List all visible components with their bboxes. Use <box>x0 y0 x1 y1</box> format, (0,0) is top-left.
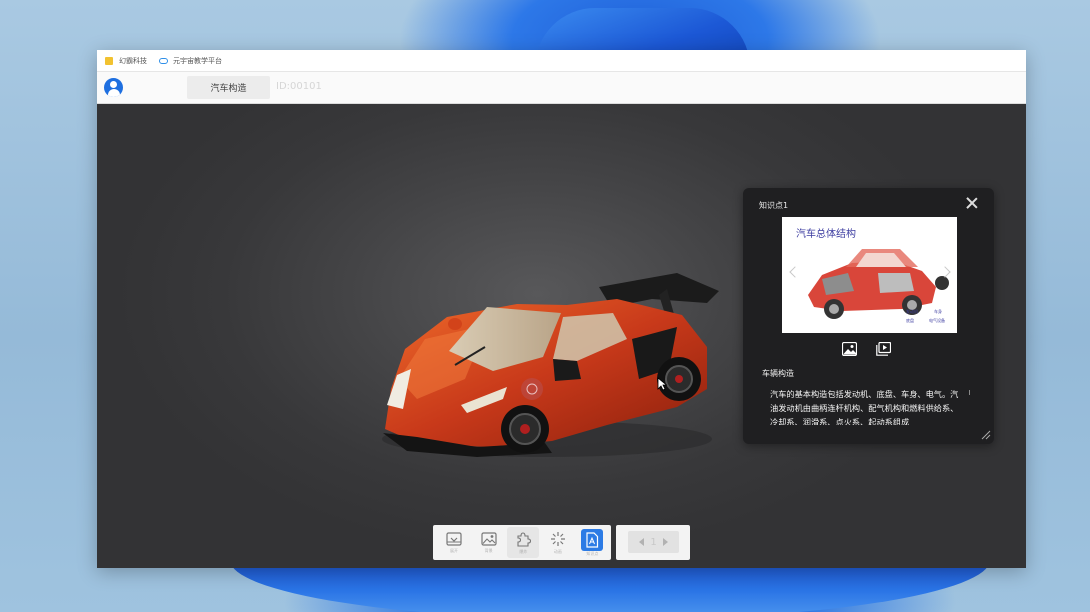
titlebar-tab-label: 元宇宙教学平台 <box>173 56 222 65</box>
course-tab[interactable]: 汽车构造 <box>187 76 270 99</box>
tool-label: 动画 <box>553 548 562 554</box>
tool-animation[interactable]: 动画 <box>542 527 574 558</box>
tool-label: 爆炸 <box>519 548 528 554</box>
user-avatar-icon[interactable] <box>104 78 123 97</box>
tool-explode[interactable]: 爆炸 <box>507 527 540 558</box>
bottom-toolbar: 展开 背景 爆炸 动画 知识点 <box>433 525 611 560</box>
structure-image[interactable]: 汽车总体结构 发动机 车身 底盘 电气设备 <box>782 217 957 333</box>
sparkle-icon <box>550 531 565 546</box>
legend-electrical: 电气设备 <box>929 318 945 323</box>
course-id: ID:00101 <box>276 81 322 92</box>
next-page-arrow-icon[interactable] <box>662 538 668 546</box>
tool-expand[interactable]: 展开 <box>438 527 470 558</box>
mouse-cursor-icon <box>657 377 667 391</box>
image-icon[interactable] <box>842 342 857 356</box>
tool-background[interactable]: 背景 <box>473 527 505 558</box>
image-icon <box>481 531 497 546</box>
close-icon[interactable] <box>965 196 979 210</box>
puzzle-icon <box>517 531 532 547</box>
folder-icon <box>105 56 113 65</box>
video-icon[interactable] <box>876 342 891 356</box>
slide-prev-chevron-icon[interactable] <box>788 265 801 281</box>
legend-body: 车身 <box>934 309 942 314</box>
tool-label: 背景 <box>484 547 493 553</box>
expand-panel-icon <box>446 531 462 546</box>
resize-grip-icon[interactable] <box>981 430 991 440</box>
page-number: 1 <box>650 536 657 548</box>
prev-page-arrow-icon[interactable] <box>639 538 645 546</box>
car-cutaway-illustration <box>808 249 949 319</box>
description-scrollbar[interactable] <box>969 390 970 395</box>
model-viewport[interactable]: 知识点1 汽车总体结构 发动机 车身 底盘 电气设备 车辆构造 汽车的基本构造包… <box>97 104 1026 568</box>
panel-title: 知识点1 <box>759 201 789 210</box>
slide-next-chevron-icon[interactable] <box>939 265 952 281</box>
app-header: 汽车构造 ID:00101 <box>97 72 1026 104</box>
knowledge-description: 汽车的基本构造包括发动机、底盘、车身、电气。汽油发动机由曲柄连杆机构、配气机构和… <box>770 389 959 425</box>
car-3d-model[interactable] <box>377 229 722 459</box>
tool-knowledge[interactable]: 知识点 <box>576 527 608 558</box>
titlebar-tab-label: 幻霸科技 <box>119 56 147 65</box>
titlebar-tab-platform[interactable]: 元宇宙教学平台 <box>159 56 222 66</box>
tool-label: 展开 <box>450 547 459 553</box>
section-title: 车辆构造 <box>762 369 794 378</box>
document-icon <box>586 531 599 548</box>
title-bar: 幻霸科技 元宇宙教学平台 <box>97 50 1026 72</box>
link-icon <box>159 57 168 64</box>
legend-chassis: 底盘 <box>906 318 914 323</box>
titlebar-tab-company[interactable]: 幻霸科技 <box>105 56 147 66</box>
tool-label: 知识点 <box>586 550 599 556</box>
page-navigator: 1 <box>616 525 690 560</box>
knowledge-point-panel: 知识点1 汽车总体结构 发动机 车身 底盘 电气设备 车辆构造 汽车的基本构造包… <box>743 188 994 444</box>
app-window: 幻霸科技 元宇宙教学平台 汽车构造 ID:00101 知识点1 汽车总体结构 发… <box>97 50 1026 568</box>
legend-engine: 发动机 <box>906 309 918 314</box>
